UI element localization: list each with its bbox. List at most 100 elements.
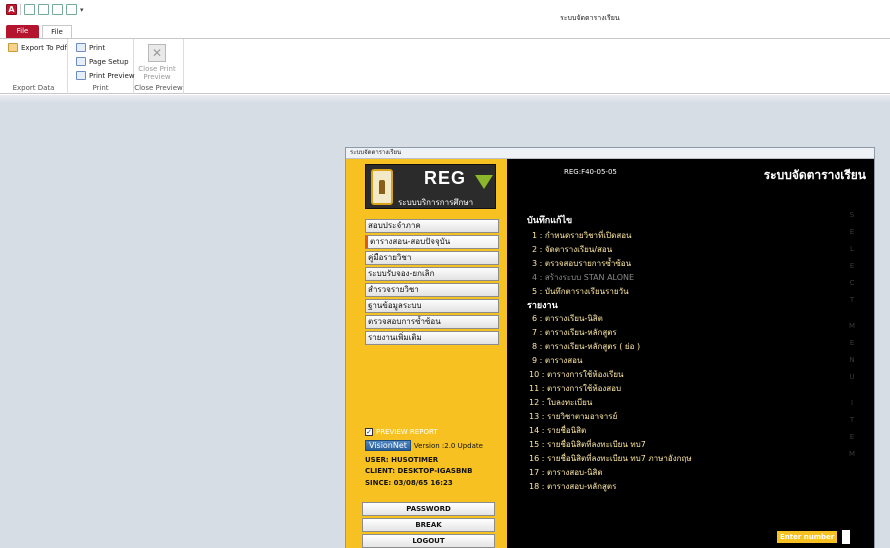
report-option[interactable]: 13 : รายวิชาตามอาจารย์ (529, 410, 617, 423)
visionnet-row: VisionNet Version :2.0 Update (365, 440, 483, 451)
report-option[interactable]: 16 : รายชื่อนิสิตที่ลงทะเบียน ทบ7 ภาษาอั… (529, 452, 692, 465)
menu-item[interactable]: รายงานเพิ่มเติม (365, 331, 499, 345)
menu-option-disabled: 4 : สร้างระบบ STAN ALONE (532, 273, 635, 282)
reg-logo: REG ระบบบริการการศึกษา (365, 164, 496, 209)
close-print-preview-label: Close Print Preview (134, 65, 180, 81)
version-text: Version :2.0 Update (413, 441, 483, 450)
report-option[interactable]: 8 : ตารางเรียน-หลักสูตร ( ย่อ ) (532, 340, 640, 353)
right-panel: REG:F40-05-05 ระบบจัดตารางเรียน บันทึกแก… (507, 159, 874, 548)
print-preview-label: Print Preview (89, 71, 135, 80)
vertical-letter: S (849, 211, 855, 219)
customize-toolbar-icon[interactable]: ▾ (80, 6, 84, 14)
vertical-letter: I (850, 399, 854, 407)
print-preview-button[interactable]: Print Preview (76, 71, 135, 80)
ribbon-group-label: Close Preview (134, 84, 183, 92)
preview-report-checkbox[interactable]: ✓ (365, 428, 373, 436)
page-setup-icon (76, 57, 86, 66)
printer-icon (76, 43, 86, 52)
print-label: Print (89, 43, 106, 52)
password-button[interactable]: PASSWORD (362, 502, 495, 516)
report-option[interactable]: 10 : ตารางการใช้ห้องเรียน (529, 368, 623, 381)
ribbon-tabs: File File (0, 24, 890, 38)
vertical-letter: U (849, 373, 855, 381)
system-heading: ระบบจัดตารางเรียน (763, 168, 866, 182)
menu-item[interactable]: ตรวจสอบการซ้ำซ้อน (365, 315, 499, 329)
quick-access-toolbar: A ▾ (6, 4, 84, 15)
vertical-letter: T (849, 296, 855, 304)
vertical-letter: E (849, 262, 855, 270)
vertical-letter: E (849, 433, 855, 441)
preview-report-label: PREVIEW REPORT (376, 428, 438, 436)
report-option[interactable]: 14 : รายชื่อนิสิต (529, 424, 586, 437)
ribbon-group-export: Export To Pdf Export Data (0, 39, 68, 94)
menu-item[interactable]: ฐานข้อมูลระบบ (365, 299, 499, 313)
side-menu: สอบประจำภาค ตารางสอน-สอบปัจจุบัน คู่มือร… (365, 219, 499, 347)
menu-item[interactable]: คู่มือรายวิชา (365, 251, 499, 265)
ribbon: Export To Pdf Export Data Print Page Set… (0, 38, 890, 94)
ribbon-group-close-preview: ✕ Close Print Preview Close Preview (134, 39, 184, 94)
ribbon-group-print: Print Page Setup Print Preview Print (68, 39, 135, 94)
close-print-preview-line1: Close Print (138, 65, 176, 73)
vertical-letter: M (848, 322, 856, 330)
export-to-pdf-button[interactable]: Export To Pdf (8, 43, 67, 52)
client-info: CLIENT: DESKTOP-IGASBNB (365, 467, 473, 475)
menu-item[interactable]: ระบบรับจอง-ยกเลิก (365, 267, 499, 281)
save-icon[interactable] (24, 4, 35, 15)
title-bar: A ▾ ระบบจัดตารางเรียน (0, 0, 890, 26)
open-icon[interactable] (66, 4, 77, 15)
report-option[interactable]: 15 : รายชื่อนิสิตที่ลงทะเบียน ทบ7 (529, 438, 646, 451)
report-option[interactable]: 18 : ตารางสอบ-หลักสูตร (529, 480, 616, 493)
page-setup-label: Page Setup (89, 57, 129, 66)
close-icon: ✕ (148, 44, 166, 62)
report-option[interactable]: 11 : ตารางการใช้ห้องสอบ (529, 382, 621, 395)
menu-option[interactable]: 2 : จัดตารางเรียน/สอน (532, 243, 612, 256)
ribbon-group-label: Export Data (12, 84, 55, 92)
workspace-splitter[interactable] (0, 95, 890, 103)
vertical-letter: N (849, 356, 855, 364)
university-seal-icon (371, 169, 393, 205)
report-option[interactable]: 17 : ตารางสอบ-นิสิต (529, 466, 603, 479)
report-option[interactable]: 12 : ใบลงทะเบียน (529, 396, 592, 409)
menu-item-active[interactable]: ตารางสอน-สอบปัจจุบัน (365, 235, 499, 249)
report-option[interactable]: 9 : ตารางสอน (532, 354, 582, 367)
tab-file[interactable]: File (42, 25, 72, 38)
section-edit-heading: บันทึกแก้ไข (527, 216, 573, 226)
form-title: ระบบจัดตารางเรียน (346, 148, 874, 159)
menu-option[interactable]: 1 : กำหนดรายวิชาที่เปิดสอน (532, 229, 631, 242)
window-title: ระบบจัดตารางเรียน (560, 14, 620, 22)
enter-number-field: Enter number (777, 530, 851, 544)
redo-icon[interactable] (52, 4, 63, 15)
print-button[interactable]: Print (76, 43, 105, 52)
visionnet-badge: VisionNet (365, 440, 411, 451)
vertical-letter: T (849, 416, 855, 424)
report-option[interactable]: 7 : ตารางเรียน-หลักสูตร (532, 326, 617, 339)
vertical-letter: C (849, 279, 855, 287)
access-app-icon[interactable]: A (6, 4, 17, 15)
logo-triangle-icon (475, 175, 493, 189)
page-setup-button[interactable]: Page Setup (76, 57, 129, 66)
report-option[interactable]: 6 : ตารางเรียน-นิสิต (532, 312, 603, 325)
break-button[interactable]: BREAK (362, 518, 495, 532)
section-report-heading: รายงาน (527, 301, 558, 311)
enter-number-input[interactable] (839, 530, 851, 544)
vertical-letter: E (849, 339, 855, 347)
logout-button[interactable]: LOGOUT (362, 534, 495, 548)
pdf-export-icon (8, 43, 18, 52)
close-print-preview-line2: Preview (143, 73, 171, 81)
enter-number-label: Enter number (777, 531, 838, 543)
export-to-pdf-label: Export To Pdf (21, 43, 67, 52)
menu-option[interactable]: 5 : บันทึกตารางเรียนรายวัน (532, 285, 629, 298)
vertical-letter: E (849, 228, 855, 236)
tab-file-backstage[interactable]: File (6, 25, 39, 38)
since-info: SINCE: 03/08/65 16:23 (365, 479, 453, 487)
preview-report-option[interactable]: ✓ PREVIEW REPORT (365, 428, 438, 436)
menu-option[interactable]: 3 : ตรวจสอบรายการซ้ำซ้อน (532, 257, 631, 270)
menu-item[interactable]: สอบประจำภาค (365, 219, 499, 233)
print-preview-icon (76, 71, 86, 80)
form-window: ระบบจัดตารางเรียน REG ระบบบริการการศึกษา… (345, 147, 875, 548)
ribbon-group-label: Print (92, 84, 109, 92)
toolbar-separator (20, 4, 21, 15)
undo-icon[interactable] (38, 4, 49, 15)
logo-text: REG (424, 168, 467, 188)
menu-item[interactable]: สำรวจรายวิชา (365, 283, 499, 297)
